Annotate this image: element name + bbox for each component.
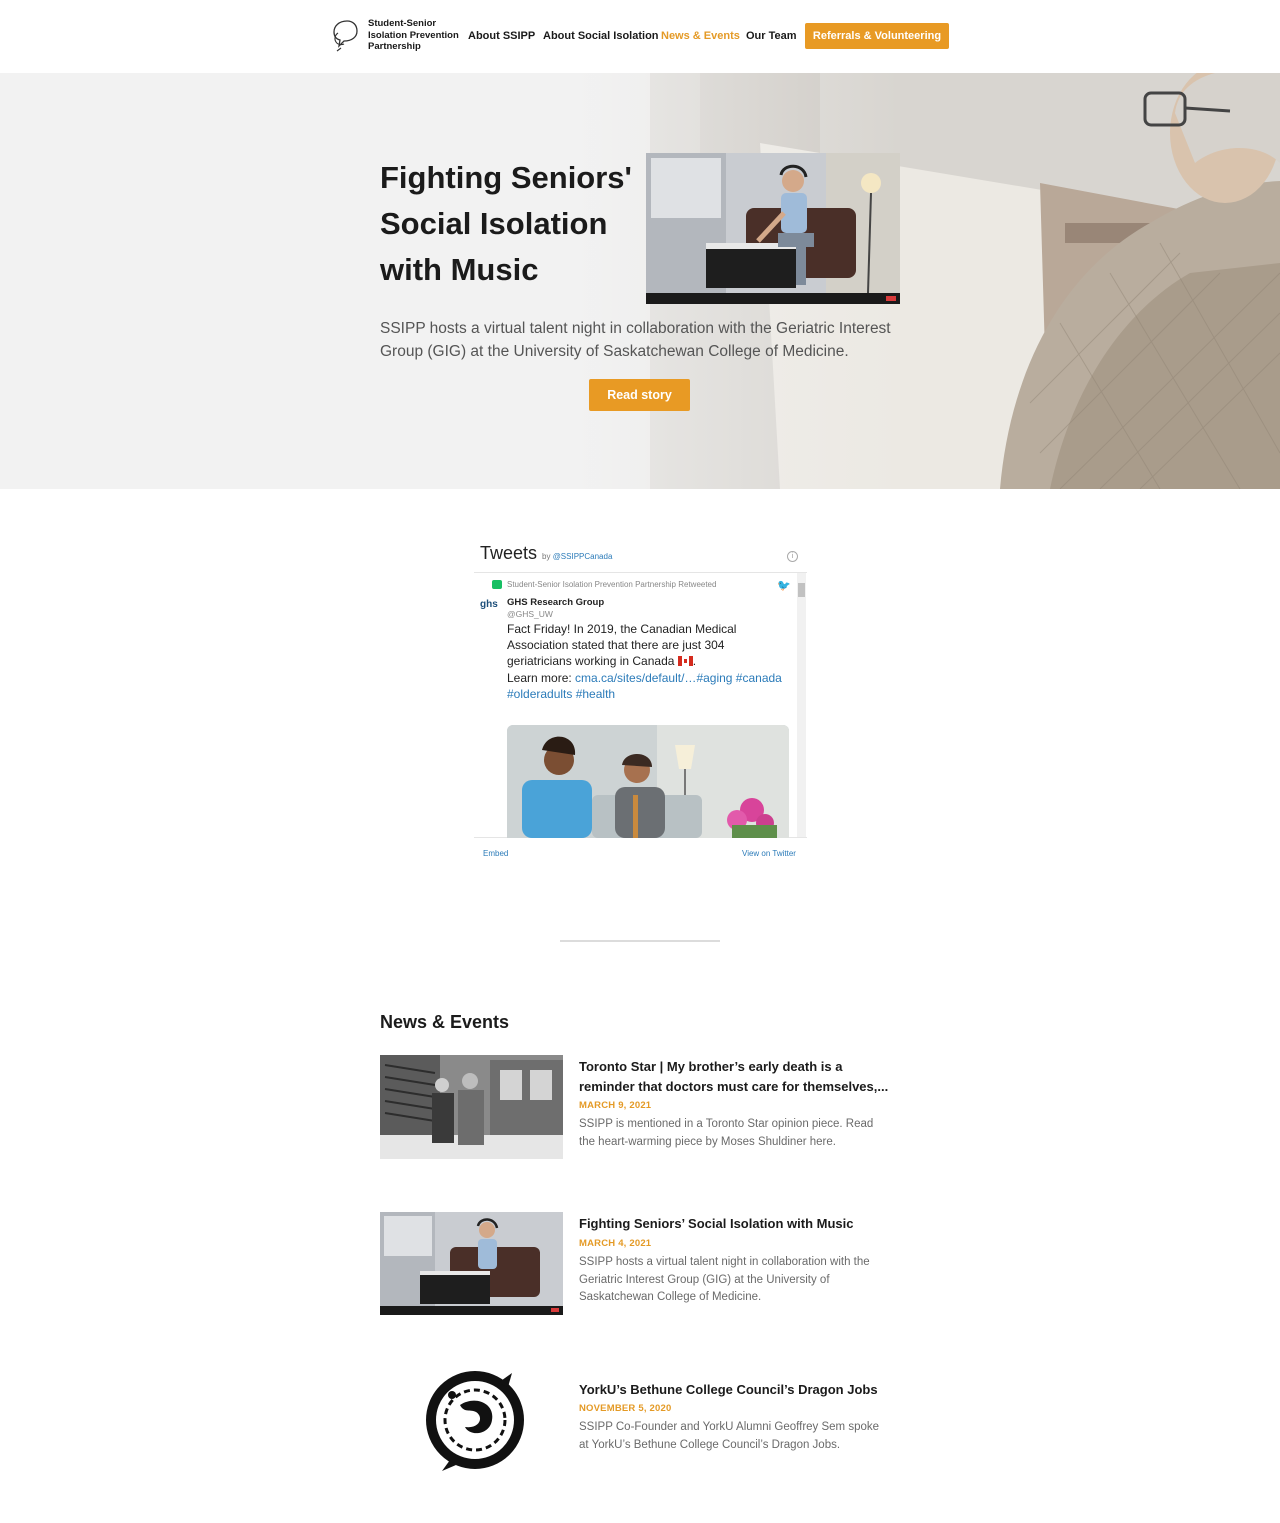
tweets-title: Tweets: [480, 543, 538, 563]
news-item-1-excerpt: SSIPP is mentioned in a Toronto Star opi…: [579, 1118, 874, 1148]
news-item-1-title[interactable]: Toronto Star | My brother’s early death …: [579, 1057, 889, 1096]
tweet-text: Fact Friday! In 2019, the Canadian Medic…: [507, 622, 782, 701]
news-item-3-image[interactable]: [380, 1365, 563, 1475]
dragon-emblem-icon: [426, 1371, 524, 1471]
vintage-family-photo: [380, 1055, 563, 1159]
hero-description: SSIPP hosts a virtual talent night in co…: [380, 320, 891, 360]
retweeted-label: Student-Senior Isolation Prevention Part…: [507, 580, 717, 589]
news-item-2-excerpt: SSIPP hosts a virtual talent night in co…: [579, 1256, 870, 1303]
nav-our-team[interactable]: Our Team: [746, 30, 797, 42]
site-header: Student-Senior Isolation Prevention Part…: [0, 0, 1280, 73]
news-item-1-date: MARCH 9, 2021: [579, 1100, 652, 1111]
tweet-hashtags-1[interactable]: #aging #canada: [696, 671, 781, 685]
tweets-by-prefix: by: [542, 552, 551, 561]
tweet-hashtags-2[interactable]: #olderadults #health: [507, 687, 615, 701]
news-events-heading: News & Events: [380, 1012, 510, 1032]
nurse-with-senior-image: [507, 725, 789, 838]
news-item-3-title[interactable]: YorkU’s Bethune College Council’s Dragon…: [579, 1380, 889, 1400]
news-item-3-date: NOVEMBER 5, 2020: [579, 1403, 672, 1414]
author-avatar[interactable]: ghs: [480, 599, 502, 615]
news-item-2-image[interactable]: [380, 1212, 563, 1315]
hero-piano-photo[interactable]: [646, 153, 900, 304]
tweet-author-handle[interactable]: @GHS_UW: [507, 609, 553, 619]
read-story-button[interactable]: Read story: [589, 379, 690, 411]
nav-about-ssipp[interactable]: About SSIPP: [468, 30, 535, 42]
twitter-bird-icon[interactable]: 🐦: [777, 579, 791, 592]
senior-reading-newspaper-background: [0, 73, 1280, 489]
canada-flag-icon: [677, 656, 693, 667]
news-item-1-image[interactable]: [380, 1055, 563, 1159]
nav-about-social-isolation[interactable]: About Social Isolation: [543, 30, 659, 42]
scrollbar-thumb[interactable]: [798, 583, 805, 597]
speech-bubbles-logo-icon: [333, 20, 358, 52]
section-divider: [560, 940, 720, 942]
tweet-url-link[interactable]: cma.ca/sites/default/…: [575, 671, 696, 685]
man-playing-piano-image: [646, 153, 900, 304]
view-on-twitter-link[interactable]: View on Twitter: [742, 849, 796, 858]
referrals-volunteering-button[interactable]: Referrals & Volunteering: [805, 23, 949, 49]
tweet-media-image[interactable]: [507, 725, 789, 838]
embed-link[interactable]: Embed: [483, 849, 508, 858]
retweet-icon: [492, 580, 502, 589]
tweets-by: by @SSIPPCanada: [542, 552, 612, 561]
timeline-scrollbar[interactable]: [797, 573, 806, 837]
hero-banner: Fighting Seniors' Social Isolation with …: [0, 73, 1280, 489]
tweet-text-main: Fact Friday! In 2019, the Canadian Medic…: [507, 622, 737, 669]
site-logo[interactable]: Student-Senior Isolation Prevention Part…: [331, 18, 463, 53]
news-item-2-title[interactable]: Fighting Seniors’ Social Isolation with …: [579, 1214, 889, 1234]
nav-news-events[interactable]: News & Events: [661, 30, 740, 42]
logo-text: Student-Senior Isolation Prevention Part…: [368, 18, 459, 52]
news-item-3-excerpt: SSIPP Co-Founder and YorkU Alumni Geoffr…: [579, 1421, 880, 1451]
man-playing-piano-thumbnail: [380, 1212, 563, 1315]
hero-title: Fighting Seniors' Social Isolation with …: [380, 160, 632, 287]
news-item-2-date: MARCH 4, 2021: [579, 1238, 652, 1249]
tweet-author-name[interactable]: GHS Research Group: [507, 597, 604, 608]
info-icon[interactable]: i: [787, 551, 798, 562]
tweet-learn-more: Learn more:: [507, 670, 572, 685]
tweets-by-handle-link[interactable]: @SSIPPCanada: [553, 552, 613, 561]
